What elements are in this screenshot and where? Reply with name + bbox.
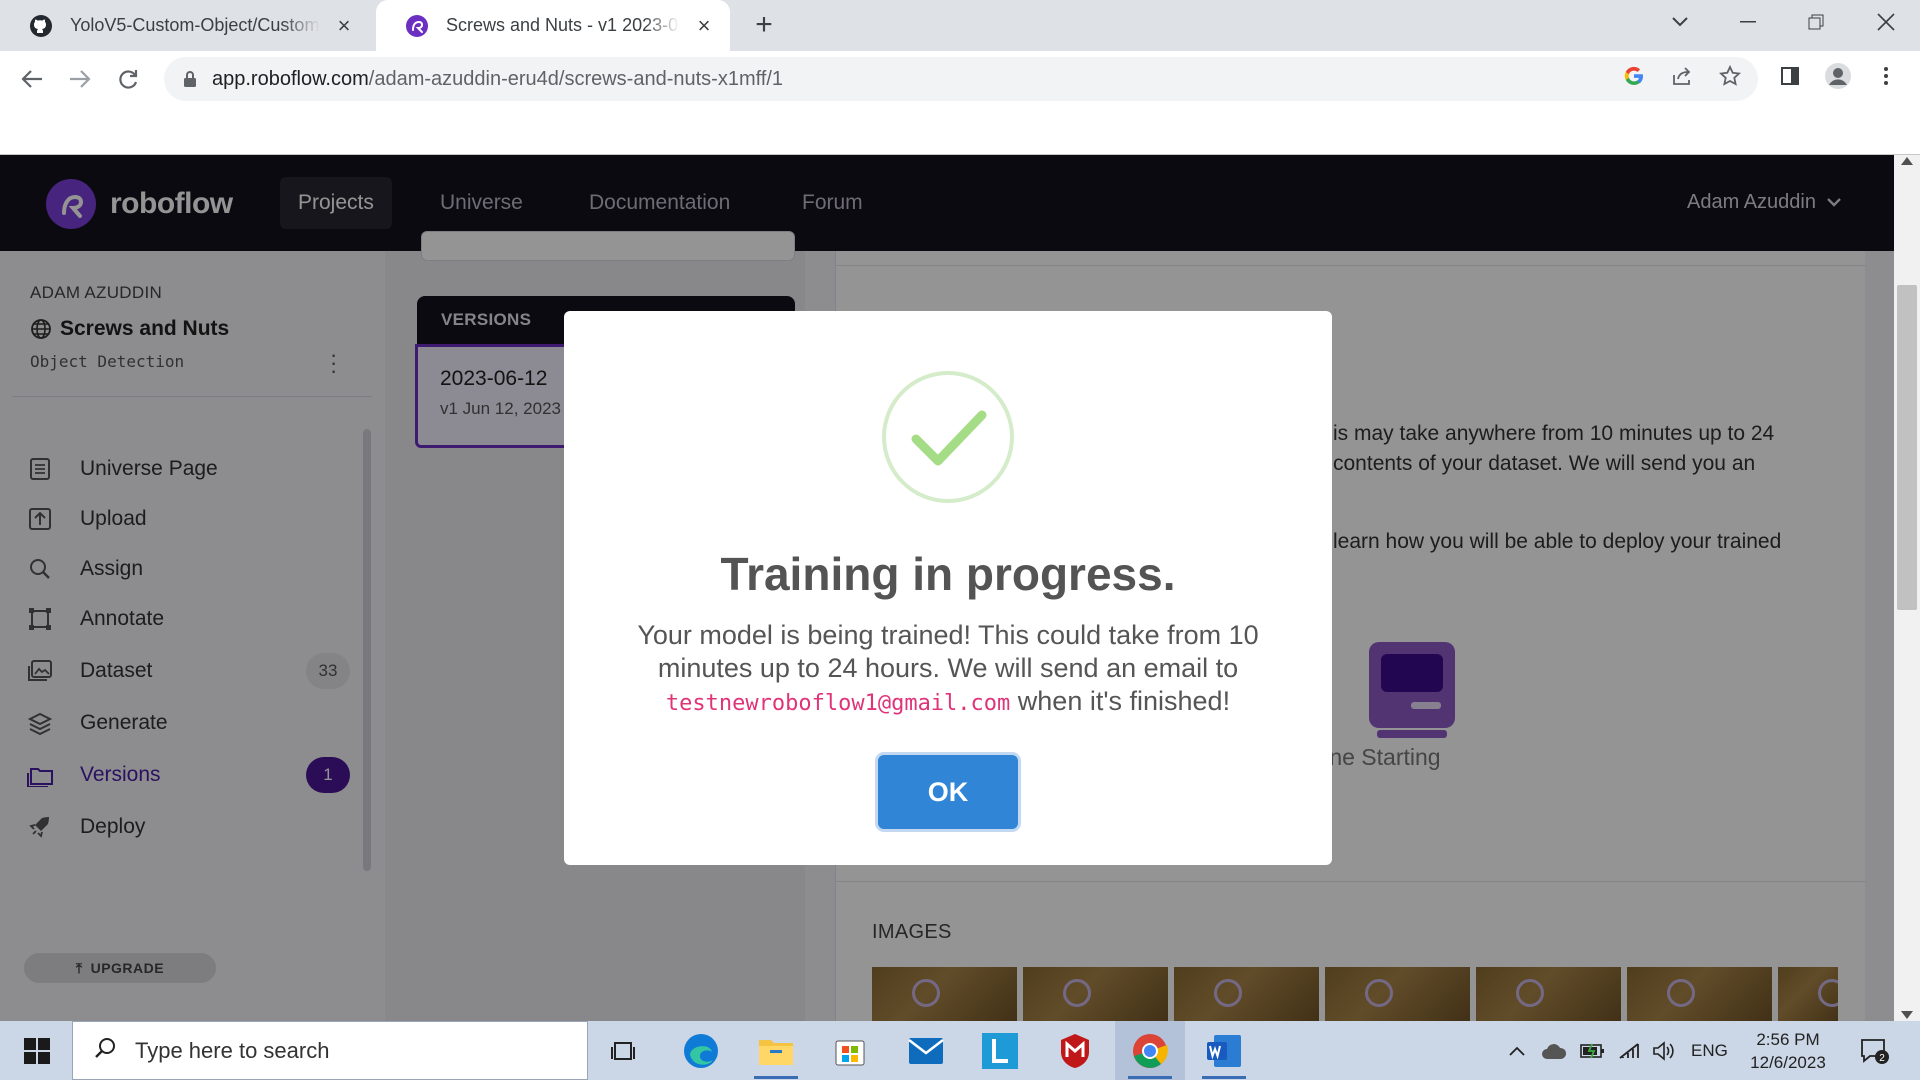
mail-icon[interactable] [904, 1029, 948, 1073]
battery-icon[interactable] [1580, 1021, 1606, 1080]
restore-window-icon[interactable] [1786, 0, 1846, 44]
profile-avatar-icon[interactable] [1824, 62, 1852, 90]
edge-browser-icon[interactable] [679, 1029, 723, 1073]
new-tab-button[interactable]: + [748, 10, 780, 42]
browser-menu-icon[interactable] [1872, 62, 1900, 90]
page-scrollbar[interactable] [1894, 155, 1920, 1021]
notification-count: 2 [1879, 1053, 1885, 1064]
scrollbar-thumb[interactable] [1897, 285, 1917, 610]
minimize-window-icon[interactable] [1718, 0, 1778, 44]
taskbar-search-box[interactable]: Type here to search [72, 1021, 588, 1080]
forward-arrow-icon[interactable] [64, 63, 96, 95]
reload-icon[interactable] [112, 63, 144, 95]
browser-tab-roboflow[interactable]: Screws and Nuts - v1 2023-06-12 × [376, 0, 730, 51]
word-icon[interactable] [1202, 1029, 1246, 1073]
tab-title: Screws and Nuts - v1 2023-06-12 [446, 15, 680, 35]
windows-taskbar: Type here to search ENG 2:56 PM 12/6/202… [0, 1021, 1920, 1080]
tab-title: YoloV5-Custom-Object/Custom_Object_Detec… [70, 15, 320, 35]
show-hidden-icons-chevron-icon[interactable] [1508, 1021, 1526, 1080]
onedrive-cloud-icon[interactable] [1540, 1021, 1568, 1080]
training-modal: Training in progress. Your model is bein… [564, 311, 1332, 865]
lock-icon [180, 69, 200, 89]
chrome-icon[interactable] [1128, 1029, 1172, 1073]
success-check-icon [882, 371, 1014, 503]
search-icon [93, 1036, 117, 1065]
modal-title: Training in progress. [720, 548, 1176, 600]
running-indicator [754, 1076, 798, 1079]
google-icon[interactable] [1620, 62, 1648, 90]
modal-message-text: Your model is being trained! This could … [637, 620, 1259, 683]
taskbar-clock[interactable]: 2:56 PM 12/6/2023 [1738, 1028, 1838, 1074]
notification-email: testnewroboflow1@gmail.com [665, 691, 1011, 716]
scroll-up-arrow-icon[interactable] [1901, 157, 1913, 165]
share-icon[interactable] [1668, 62, 1696, 90]
clock-date: 12/6/2023 [1750, 1053, 1826, 1072]
notification-center-icon[interactable]: 2 [1858, 1035, 1892, 1067]
browser-toolbar: app.roboflow.com/adam-azuddin-eru4d/scre… [0, 51, 1920, 105]
modal-message: Your model is being trained! This could … [604, 619, 1292, 720]
task-view-icon[interactable] [602, 1029, 646, 1073]
modal-message-end: when it's finished! [1017, 686, 1231, 716]
microsoft-store-icon[interactable] [828, 1029, 872, 1073]
scroll-down-arrow-icon[interactable] [1901, 1011, 1913, 1019]
browser-tab-github[interactable]: YoloV5-Custom-Object/Custom_Object_Detec… [0, 0, 370, 51]
clock-time: 2:56 PM [1756, 1030, 1820, 1049]
close-window-icon[interactable] [1856, 0, 1916, 44]
roboflow-icon [404, 13, 430, 39]
input-language[interactable]: ENG [1691, 1021, 1728, 1080]
taskbar-search-placeholder: Type here to search [135, 1037, 330, 1063]
close-tab-icon[interactable]: × [692, 13, 716, 38]
mcafee-icon[interactable] [1053, 1029, 1097, 1073]
ok-button[interactable]: OK [878, 755, 1018, 829]
browser-tab-strip: YoloV5-Custom-Object/Custom_Object_Detec… [0, 0, 1920, 51]
url-host: app.roboflow.com [212, 67, 369, 90]
close-tab-icon[interactable]: × [332, 13, 356, 38]
windows-start-icon[interactable] [12, 1033, 62, 1069]
running-indicator [1128, 1076, 1172, 1079]
side-panel-icon[interactable] [1776, 62, 1804, 90]
l-app-icon[interactable] [978, 1029, 1022, 1073]
github-icon [28, 13, 54, 39]
bookmark-star-icon[interactable] [1716, 62, 1744, 90]
url-text: app.roboflow.com/adam-azuddin-eru4d/scre… [212, 68, 783, 91]
url-path: /adam-azuddin-eru4d/screws-and-nuts-x1mf… [368, 67, 784, 90]
volume-icon[interactable] [1652, 1021, 1676, 1080]
address-bar[interactable]: app.roboflow.com/adam-azuddin-eru4d/scre… [164, 57, 1758, 101]
page-top-blank [0, 105, 1920, 155]
wifi-icon[interactable] [1618, 1021, 1642, 1080]
file-explorer-icon[interactable] [754, 1029, 798, 1073]
tab-search-chevron-icon[interactable] [1650, 0, 1710, 44]
back-arrow-icon[interactable] [16, 63, 48, 95]
running-indicator [1202, 1076, 1246, 1079]
